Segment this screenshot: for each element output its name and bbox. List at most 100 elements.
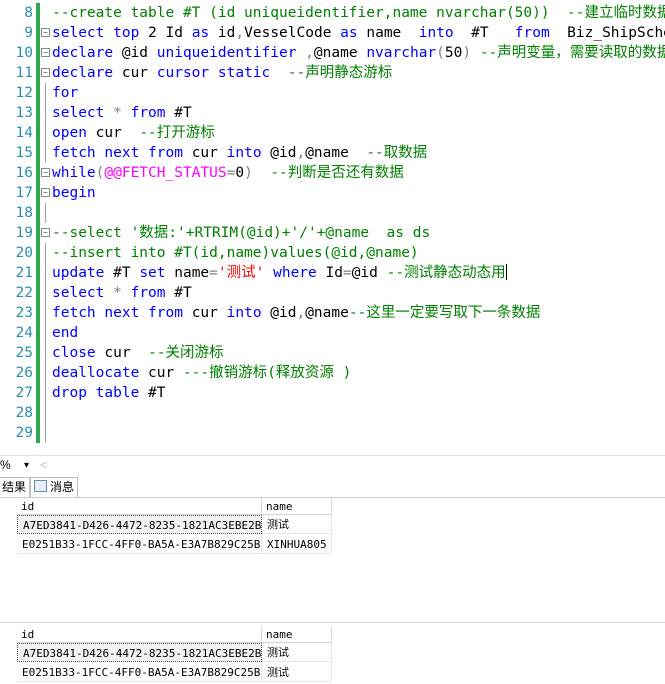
column-header-id[interactable]: id [17,626,262,643]
zoom-dropdown-icon[interactable]: ▾ [24,456,29,475]
code-line[interactable]: 16− while(@@FETCH_STATUS=0) --判断是否还有数据 [0,163,665,183]
code-text[interactable]: for [52,83,78,103]
change-marker [36,183,40,203]
code-token: where [273,265,317,281]
code-text[interactable]: while(@@FETCH_STATUS=0) --判断是否还有数据 [52,163,404,183]
code-line[interactable]: 27 drop table #T [0,383,665,403]
code-line[interactable]: 14 open cur --打开游标 [0,123,665,143]
code-line[interactable]: 19− --select '数据:'+RTRIM(@id)+'/'+@name a… [0,223,665,243]
code-text[interactable]: select * from #T [52,283,192,303]
code-line[interactable]: 20 --insert into #T(id,name)values(@id,@n… [0,243,665,263]
code-text[interactable]: deallocate cur ---撤销游标(释放资源 ) [52,363,351,383]
code-line[interactable]: 26 deallocate cur ---撤销游标(释放资源 ) [0,363,665,383]
change-marker [36,23,40,43]
result-grid-1[interactable]: id name A7ED3841-D426-4472-8235-1821AC3EBE… [0,498,665,608]
grid-cell[interactable]: A7ED3841-D426-4472-8235-1821AC3EBE2B [17,515,262,534]
code-line[interactable]: 24 end [0,323,665,343]
code-line[interactable]: 12 for [0,83,665,103]
fold-toggle-icon[interactable]: − [41,68,50,77]
code-text[interactable]: --select '数据:'+RTRIM(@id)+'/'+@name as d… [52,223,430,243]
fold-toggle-icon[interactable]: − [41,228,50,237]
change-marker [36,103,40,123]
fold-guide [45,83,46,103]
fold-guide [45,263,46,283]
zoom-level[interactable]: % [0,456,11,475]
grid-cell[interactable]: 测试 [262,663,332,682]
grid-cell[interactable]: A7ED3841-D426-4472-8235-1821AC3EBE2B [17,643,262,662]
code-token: --判断是否还有数据 [252,165,404,181]
code-line[interactable]: 28 [0,403,665,423]
code-line[interactable]: 17− begin [0,183,665,203]
tab-messages[interactable]: 消息 [30,477,79,497]
code-line[interactable]: 25 close cur --关闭游标 [0,343,665,363]
code-line[interactable]: 10− declare @id uniqueidentifier ,@name n… [0,43,665,63]
fold-toggle-icon[interactable]: − [41,48,50,57]
line-number: 26 [15,365,33,381]
code-text[interactable]: fetch next from cur into @id,@name --取数据 [52,143,427,163]
code-line[interactable]: 18 [0,203,665,223]
code-line[interactable]: 11− declare cur cursor static --声明静态游标 [0,63,665,83]
tab-results[interactable]: 结果 [0,477,31,497]
code-line[interactable]: 22 select * from #T [0,283,665,303]
code-token: name [357,25,419,41]
grid-cell[interactable]: E0251B33-1FCC-4FF0-BA5A-E3A7B829C25B [17,535,262,554]
code-token: table [95,385,140,401]
line-number: 16 [15,165,33,181]
code-text[interactable]: drop table #T [52,383,166,403]
column-header-id[interactable]: id [17,498,262,515]
code-text[interactable]: begin [52,183,96,203]
code-text[interactable]: --create table #T (id uniqueidentifier,n… [52,3,665,23]
tab-messages-label: 消息 [50,480,75,494]
code-line[interactable]: 13 select * from #T [0,103,665,123]
change-marker [36,143,40,163]
code-text[interactable]: declare @id uniqueidentifier ,@name nvar… [52,43,665,63]
code-text[interactable]: end [52,323,78,343]
code-editor[interactable]: 8 --create table #T (id uniqueidentifier,… [0,0,665,452]
grid-cell[interactable]: 测试 [262,515,332,534]
code-text[interactable]: declare cur cursor static --声明静态游标 [52,63,392,83]
code-text[interactable]: select top 2 Id as id,VesselCode as name… [52,23,665,43]
code-token: cur [86,125,140,141]
code-text[interactable]: --insert into #T(id,name)values(@id,@nam… [52,243,419,263]
fold-guide [45,283,46,303]
code-text[interactable]: close cur --关闭游标 [52,343,224,363]
line-number: 23 [15,305,33,321]
code-line[interactable]: 21 update #T set name='测试' where Id=@id -… [0,263,665,283]
scroll-left-icon[interactable]: < [40,456,47,475]
code-text[interactable]: update #T set name='测试' where Id=@id --测… [52,263,507,283]
fold-toggle-icon[interactable]: − [41,188,50,197]
line-number: 21 [15,265,33,281]
code-line[interactable]: 15 fetch next from cur into @id,@name --取… [0,143,665,163]
code-token: --create table #T (id uniqueidentifier,n… [52,5,665,21]
code-token: fetch [52,305,96,321]
grid-cell[interactable]: 测试 [262,643,332,662]
grid-cell[interactable]: E0251B33-1FCC-4FF0-BA5A-E3A7B829C25B [17,663,262,682]
fold-guide [45,363,46,383]
code-token: = [209,265,218,281]
result-grid-2[interactable]: id name A7ED3841-D426-4472-8235-1821AC3EBE… [0,626,665,684]
code-text[interactable]: select * from #T [52,103,192,123]
column-header-name[interactable]: name [262,498,332,515]
code-token: #T [453,25,515,41]
zoom-bar: % ▾ < [0,455,665,475]
code-token: as [340,25,358,41]
code-text[interactable]: fetch next from cur into @id,@name--这里一定… [52,303,540,323]
change-marker [36,263,40,283]
line-number: 17 [15,185,33,201]
code-token: --这里一定要写取下一条数据 [348,305,541,321]
code-text[interactable]: open cur --打开游标 [52,123,215,143]
fold-toggle-icon[interactable]: − [41,28,50,37]
fold-toggle-icon[interactable]: − [41,168,50,177]
code-token: @name [305,305,349,321]
code-line[interactable]: 23 fetch next from cur into @id,@name--这里… [0,303,665,323]
code-line[interactable]: 9− select top 2 Id as id,VesselCode as na… [0,23,665,43]
grid-cell[interactable]: XINHUA805 [262,535,332,554]
code-token: end [52,325,79,341]
message-icon [34,480,47,492]
line-number: 10 [15,45,33,61]
column-header-name[interactable]: name [262,626,332,643]
code-line[interactable]: 29 [0,423,665,443]
code-line[interactable]: 8 --create table #T (id uniqueidentifier,… [0,3,665,23]
